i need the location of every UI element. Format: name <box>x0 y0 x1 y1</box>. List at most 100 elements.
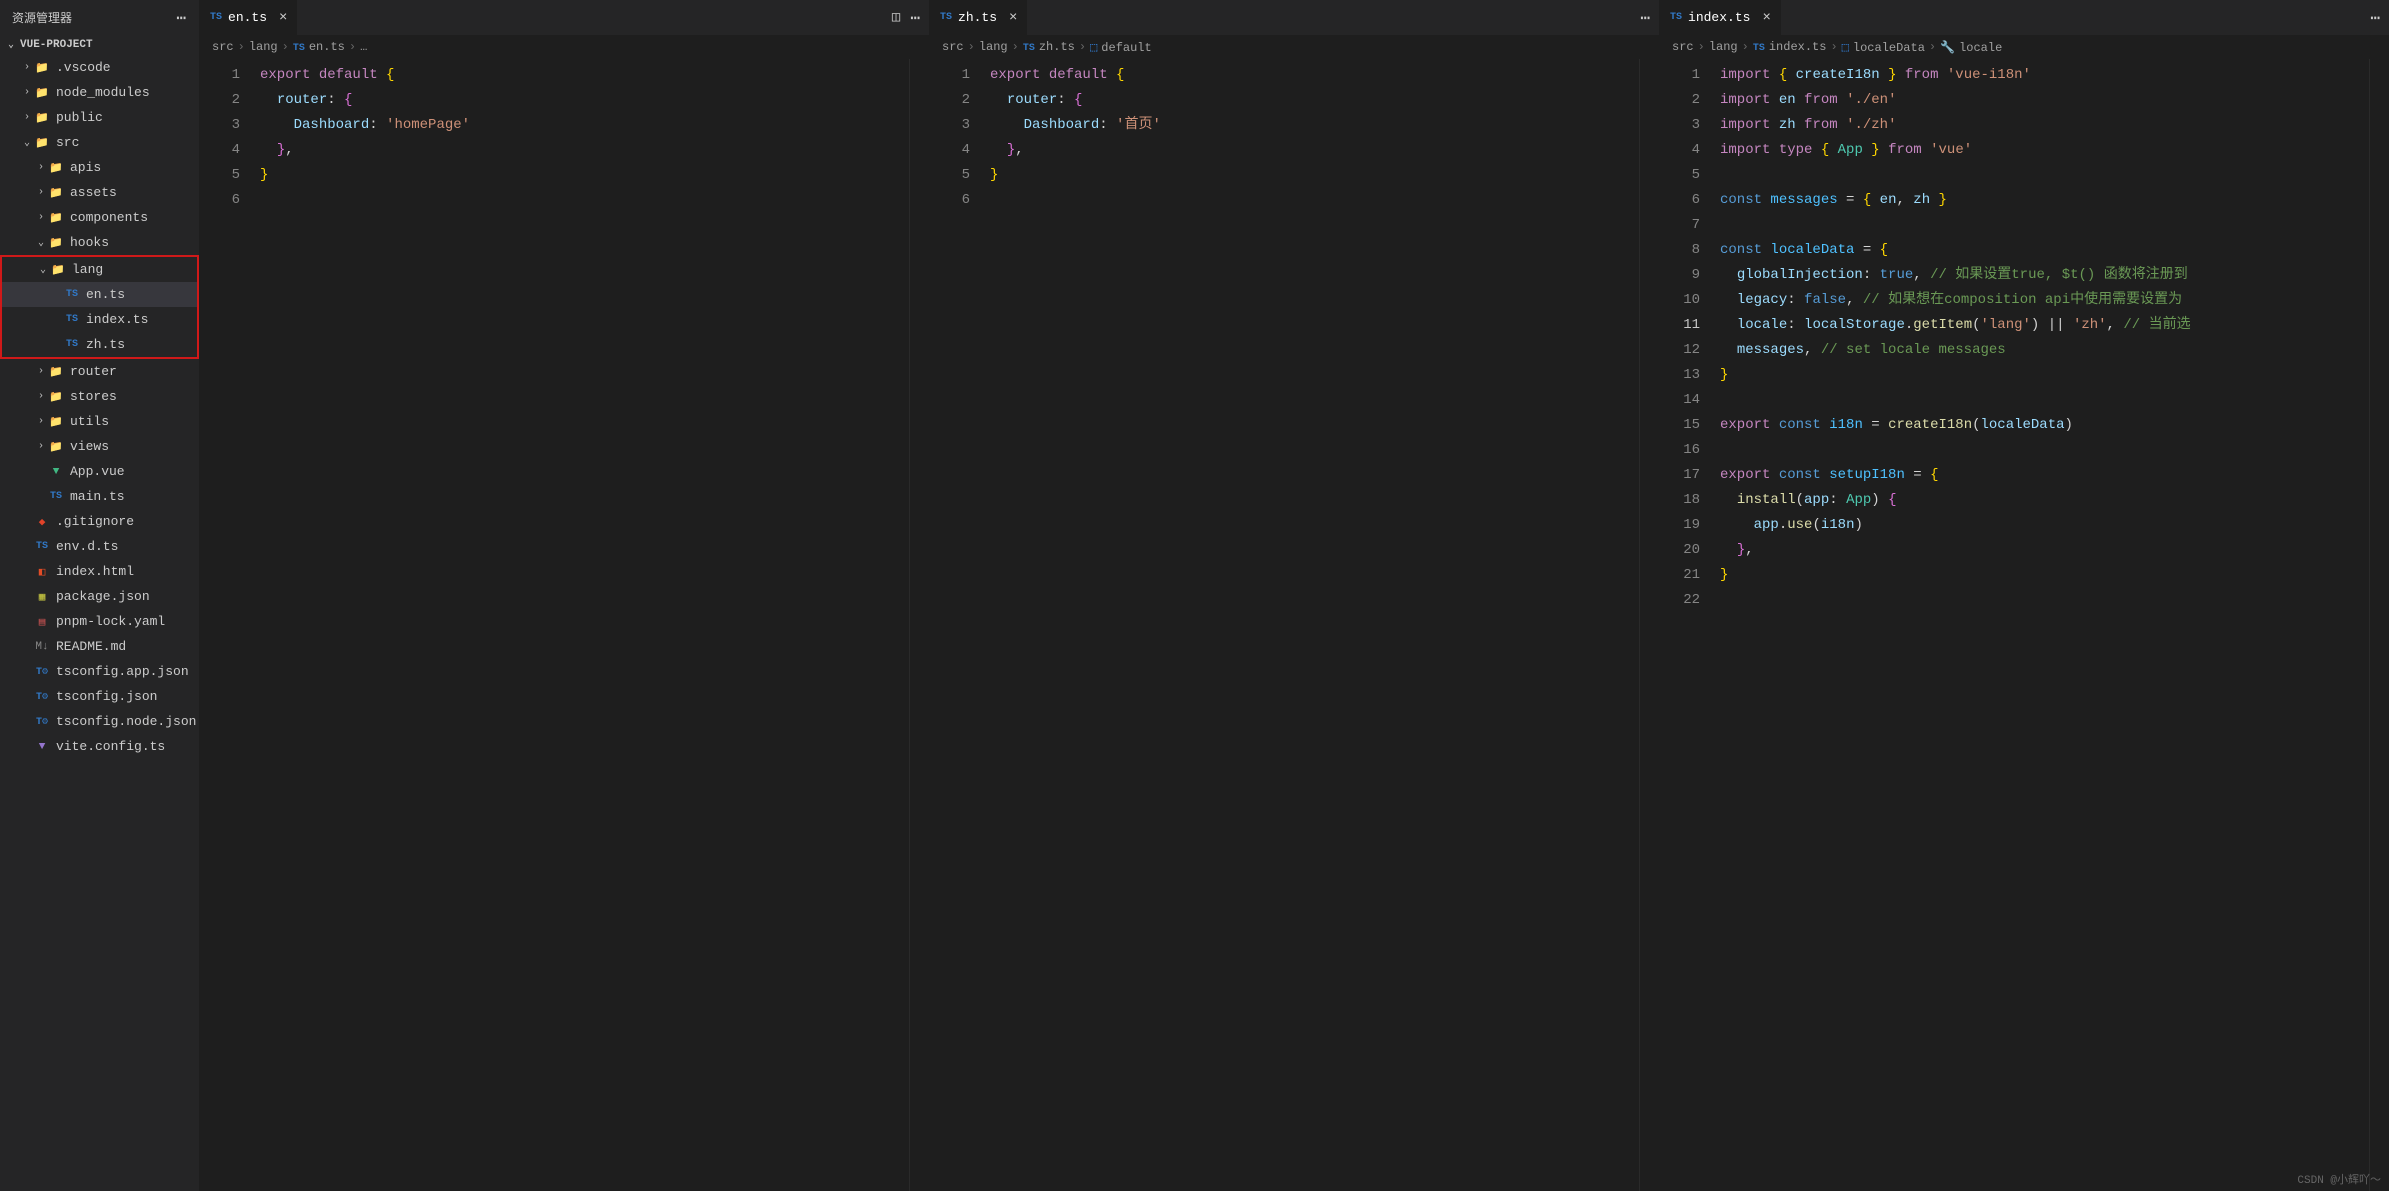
tree-item-stores[interactable]: ›📁stores <box>0 384 199 409</box>
line-number: 9 <box>1660 263 1700 288</box>
tree-item-src[interactable]: ⌄📁src <box>0 130 199 155</box>
tree-item-README-md[interactable]: M↓README.md <box>0 634 199 659</box>
tab-index-ts[interactable]: TS index.ts × <box>1660 0 1782 35</box>
breadcrumb-item[interactable]: lang <box>1709 40 1738 54</box>
split-editor-icon[interactable]: ◫ <box>892 9 900 26</box>
ts-icon: TS <box>64 312 80 328</box>
editor-more-icon[interactable]: ⋯ <box>1640 8 1651 28</box>
tree-item-en-ts[interactable]: TSen.ts <box>2 282 197 307</box>
ts-icon: TS <box>48 489 64 505</box>
git-icon: ◆ <box>34 514 50 530</box>
line-number: 17 <box>1660 463 1700 488</box>
editor-more-icon[interactable]: ⋯ <box>910 8 921 28</box>
tree-item-env-d-ts[interactable]: TSenv.d.ts <box>0 534 199 559</box>
breadcrumb-item[interactable]: TSindex.ts <box>1753 40 1827 54</box>
app-root: 资源管理器 ⋯ ⌄ VUE-PROJECT ›📁.vscode›📁node_mo… <box>0 0 2389 1191</box>
tab-zh-ts[interactable]: TS zh.ts × <box>930 0 1028 35</box>
tree-item-App-vue[interactable]: ▼App.vue <box>0 459 199 484</box>
breadcrumb-item[interactable]: lang <box>979 40 1008 54</box>
tree-item-utils[interactable]: ›📁utils <box>0 409 199 434</box>
tree-item-components[interactable]: ›📁components <box>0 205 199 230</box>
breadcrumb-item[interactable]: TSzh.ts <box>1023 40 1075 54</box>
breadcrumb-item[interactable]: ⬚localeData <box>1842 40 1925 55</box>
tree-item-router[interactable]: ›📁router <box>0 359 199 384</box>
breadcrumb-item[interactable]: src <box>942 40 964 54</box>
chevron-right-icon: › <box>1742 40 1749 54</box>
code-area: 123456export default { router: { Dashboa… <box>930 59 1659 1191</box>
tree-item-label: apis <box>70 160 101 175</box>
tree-item-assets[interactable]: ›📁assets <box>0 180 199 205</box>
tabs-actions: ⋯ <box>2370 8 2389 28</box>
chevron-right-icon: › <box>34 416 48 427</box>
editor-more-icon[interactable]: ⋯ <box>2370 8 2381 28</box>
minimap[interactable] <box>1639 59 1659 1191</box>
chevron-right-icon: › <box>34 391 48 402</box>
breadcrumb[interactable]: src›lang›TSindex.ts›⬚localeData›🔧locale <box>1660 35 2389 59</box>
json-icon: ▦ <box>34 589 50 605</box>
ts-icon: TS <box>1023 43 1035 54</box>
code-area: 123456export default { router: { Dashboa… <box>200 59 929 1191</box>
tree-item-label: public <box>56 110 103 125</box>
tree-item-public[interactable]: ›📁public <box>0 105 199 130</box>
breadcrumb-item[interactable]: src <box>212 40 234 54</box>
line-number: 5 <box>200 163 240 188</box>
line-number: 18 <box>1660 488 1700 513</box>
chevron-right-icon: › <box>34 187 48 198</box>
breadcrumb-item[interactable]: ⬚default <box>1090 40 1152 55</box>
breadcrumb-item[interactable]: … <box>360 40 367 54</box>
breadcrumb[interactable]: src›lang›TSzh.ts›⬚default <box>930 35 1659 59</box>
tree-item-vite-config-ts[interactable]: ▼vite.config.ts <box>0 734 199 759</box>
tree-item-tsconfig-json[interactable]: T⚙tsconfig.json <box>0 684 199 709</box>
tree-item--gitignore[interactable]: ◆.gitignore <box>0 509 199 534</box>
line-number: 1 <box>1660 63 1700 88</box>
tree-item-pnpm-lock-yaml[interactable]: ▤pnpm-lock.yaml <box>0 609 199 634</box>
tab-en-ts[interactable]: TS en.ts × <box>200 0 298 35</box>
tree-item-zh-ts[interactable]: TSzh.ts <box>2 332 197 357</box>
line-number: 1 <box>930 63 970 88</box>
breadcrumb-item[interactable]: 🔧locale <box>1940 40 2002 55</box>
tree-item-label: src <box>56 135 79 150</box>
tree-item-main-ts[interactable]: TSmain.ts <box>0 484 199 509</box>
symbol-icon: ⬚ <box>1090 41 1097 55</box>
breadcrumb[interactable]: src›lang›TSen.ts›… <box>200 35 929 59</box>
line-number: 4 <box>200 138 240 163</box>
breadcrumb-item[interactable]: TSen.ts <box>293 40 345 54</box>
line-number: 16 <box>1660 438 1700 463</box>
symbol-icon: ⬚ <box>1842 41 1849 55</box>
code-content[interactable]: export default { router: { Dashboard: 'h… <box>260 59 909 1191</box>
tree-item-lang[interactable]: ⌄📁lang <box>2 257 197 282</box>
line-number: 19 <box>1660 513 1700 538</box>
close-icon[interactable]: × <box>279 10 287 26</box>
line-number: 1 <box>200 63 240 88</box>
tree-item-label: index.ts <box>86 312 148 327</box>
close-icon[interactable]: × <box>1762 10 1770 26</box>
yaml-icon: ▤ <box>34 614 50 630</box>
minimap[interactable] <box>2369 59 2389 1191</box>
tree-item-node_modules[interactable]: ›📁node_modules <box>0 80 199 105</box>
chevron-right-icon: › <box>1830 40 1837 54</box>
tree-item-index-ts[interactable]: TS index.ts <box>2 307 197 332</box>
chevron-right-icon: › <box>20 87 34 98</box>
chevron-down-icon: ⌄ <box>8 39 20 51</box>
tree-item-apis[interactable]: ›📁apis <box>0 155 199 180</box>
tree-item-label: package.json <box>56 589 150 604</box>
tab-label: index.ts <box>1688 10 1750 25</box>
tree-item-views[interactable]: ›📁views <box>0 434 199 459</box>
minimap[interactable] <box>909 59 929 1191</box>
tree-item--vscode[interactable]: ›📁.vscode <box>0 55 199 80</box>
line-number: 11 <box>1660 313 1700 338</box>
tree-item-hooks[interactable]: ⌄📁hooks <box>0 230 199 255</box>
breadcrumb-item[interactable]: src <box>1672 40 1694 54</box>
close-icon[interactable]: × <box>1009 10 1017 26</box>
code-content[interactable]: export default { router: { Dashboard: '首… <box>990 59 1639 1191</box>
tree-item-tsconfig-app-json[interactable]: T⚙tsconfig.app.json <box>0 659 199 684</box>
code-content[interactable]: import { createI18n } from 'vue-i18n'imp… <box>1720 59 2369 1191</box>
folder-icon: 📁 <box>48 160 64 176</box>
project-header[interactable]: ⌄ VUE-PROJECT <box>0 35 199 55</box>
tree-item-tsconfig-node-json[interactable]: T⚙tsconfig.node.json <box>0 709 199 734</box>
tree-item-package-json[interactable]: ▦ package.json <box>0 584 199 609</box>
breadcrumb-item[interactable]: lang <box>249 40 278 54</box>
folder-icon: 📁 <box>50 262 66 278</box>
sidebar-more-icon[interactable]: ⋯ <box>176 8 187 28</box>
tree-item-index-html[interactable]: ◧index.html <box>0 559 199 584</box>
